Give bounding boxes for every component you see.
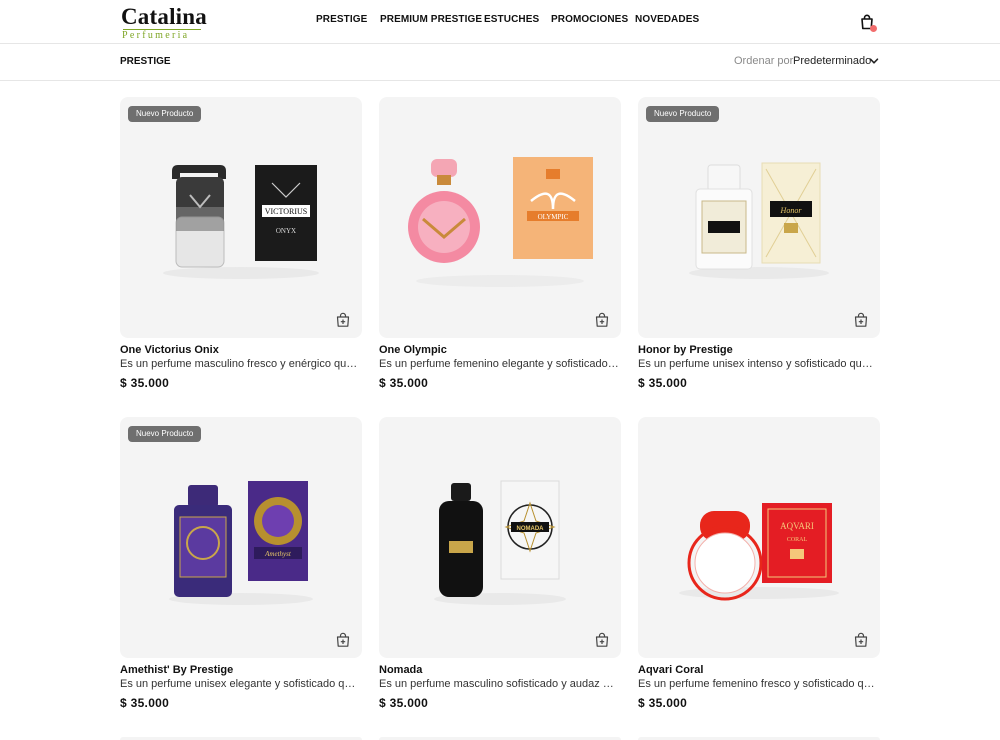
product-card[interactable]: Amethyst Nuevo Producto Amethist' By Pre…: [120, 417, 362, 717]
new-product-badge: Nuevo Producto: [128, 426, 202, 442]
product-image[interactable]: NOMADA: [379, 417, 621, 658]
perfume-bottle-image: OLYMPIC: [408, 157, 593, 287]
bag-plus-icon[interactable]: [594, 312, 610, 328]
product-image[interactable]: Amethyst Nuevo Producto: [120, 417, 362, 658]
box-sublabel: ONYX: [276, 227, 296, 235]
box-label: OLYMPIC: [538, 213, 569, 221]
product-price: $ 35.000: [120, 696, 170, 710]
perfume-bottle-image: Honor: [689, 162, 829, 279]
brand-logo-name: Catalina: [121, 4, 207, 29]
category-toolbar: PRESTIGE Ordenar por Predeterminado: [0, 44, 1000, 81]
perfume-bottle-image: VICTORIUS ONYX: [163, 165, 319, 279]
perfume-bottle-image: AQVARI CORAL: [679, 503, 839, 601]
bag-plus-icon[interactable]: [853, 312, 869, 328]
product-price: $ 35.000: [638, 696, 688, 710]
product-card[interactable]: AQVARI CORAL Aqvari Coral Es un perfume …: [638, 417, 880, 717]
product-name[interactable]: Honor by Prestige: [638, 343, 733, 357]
product-description: Es un perfume unisex elegante y sofistic…: [120, 678, 360, 690]
sort-label: Ordenar por: [734, 55, 794, 67]
category-title: PRESTIGE: [120, 56, 171, 67]
box-label: Amethyst: [264, 550, 292, 558]
nav-item-estuches[interactable]: ESTUCHES: [484, 14, 539, 26]
product-card[interactable]: VICTORIUS ONYX Nuevo Producto One Victor…: [120, 97, 362, 397]
product-image[interactable]: VICTORIUS ONYX Nuevo Producto: [120, 97, 362, 338]
product-price: $ 35.000: [638, 376, 688, 390]
top-navbar: Catalina Perfumeria PRESTIGE PREMIUM PRE…: [0, 0, 1000, 44]
product-name[interactable]: Amethist' By Prestige: [120, 663, 233, 677]
nav-item-prestige[interactable]: PRESTIGE: [316, 14, 367, 26]
brand-logo[interactable]: Catalina Perfumeria: [121, 4, 211, 42]
box-label: AQVARI: [780, 521, 814, 531]
box-label: VICTORIUS: [265, 207, 308, 216]
product-name[interactable]: Nomada: [379, 663, 422, 677]
bag-plus-icon[interactable]: [594, 632, 610, 648]
nav-item-premium-prestige[interactable]: PREMIUM PRESTIGE: [380, 14, 482, 26]
product-description: Es un perfume unisex intenso y sofistica…: [638, 358, 878, 370]
bag-plus-icon[interactable]: [335, 312, 351, 328]
product-description: Es un perfume masculino sofisticado y au…: [379, 678, 619, 690]
bag-plus-icon[interactable]: [853, 632, 869, 648]
new-product-badge: Nuevo Producto: [128, 106, 202, 122]
product-card[interactable]: OLYMPIC One Olympic Es un perfume femeni…: [379, 97, 621, 397]
product-image[interactable]: Honor Nuevo Producto: [638, 97, 880, 338]
cart-notification-dot: [870, 25, 877, 32]
sort-selected-value: Predeterminado: [793, 55, 872, 67]
product-card[interactable]: NOMADA Nomada Es un perfume masculino so…: [379, 417, 621, 717]
product-image[interactable]: AQVARI CORAL: [638, 417, 880, 658]
product-name[interactable]: Aqvari Coral: [638, 663, 703, 677]
product-description: Es un perfume masculino fresco y enérgic…: [120, 358, 360, 370]
new-product-badge: Nuevo Producto: [646, 106, 720, 122]
product-image[interactable]: OLYMPIC: [379, 97, 621, 338]
product-name[interactable]: One Victorius Onix: [120, 343, 219, 357]
cart-button[interactable]: [857, 13, 879, 35]
brand-logo-tagline: Perfumeria: [122, 30, 190, 41]
sort-dropdown[interactable]: Predeterminado: [793, 54, 883, 69]
perfume-bottle-image: NOMADA: [434, 480, 566, 605]
product-description: Es un perfume femenino elegante y sofist…: [379, 358, 619, 370]
product-price: $ 35.000: [120, 376, 170, 390]
box-sublabel: CORAL: [787, 537, 808, 543]
product-price: $ 35.000: [379, 696, 429, 710]
product-price: $ 35.000: [379, 376, 429, 390]
nav-item-novedades[interactable]: NOVEDADES: [635, 14, 699, 26]
product-description: Es un perfume femenino fresco y sofistic…: [638, 678, 878, 690]
box-label: Honor: [780, 206, 803, 215]
bag-plus-icon[interactable]: [335, 632, 351, 648]
box-label: NOMADA: [517, 526, 545, 532]
product-card[interactable]: Honor Nuevo Producto Honor by Prestige E…: [638, 97, 880, 397]
chevron-down-icon: [869, 58, 879, 64]
nav-item-promociones[interactable]: PROMOCIONES: [551, 14, 628, 26]
perfume-bottle-image: Amethyst: [169, 481, 313, 605]
product-name[interactable]: One Olympic: [379, 343, 447, 357]
